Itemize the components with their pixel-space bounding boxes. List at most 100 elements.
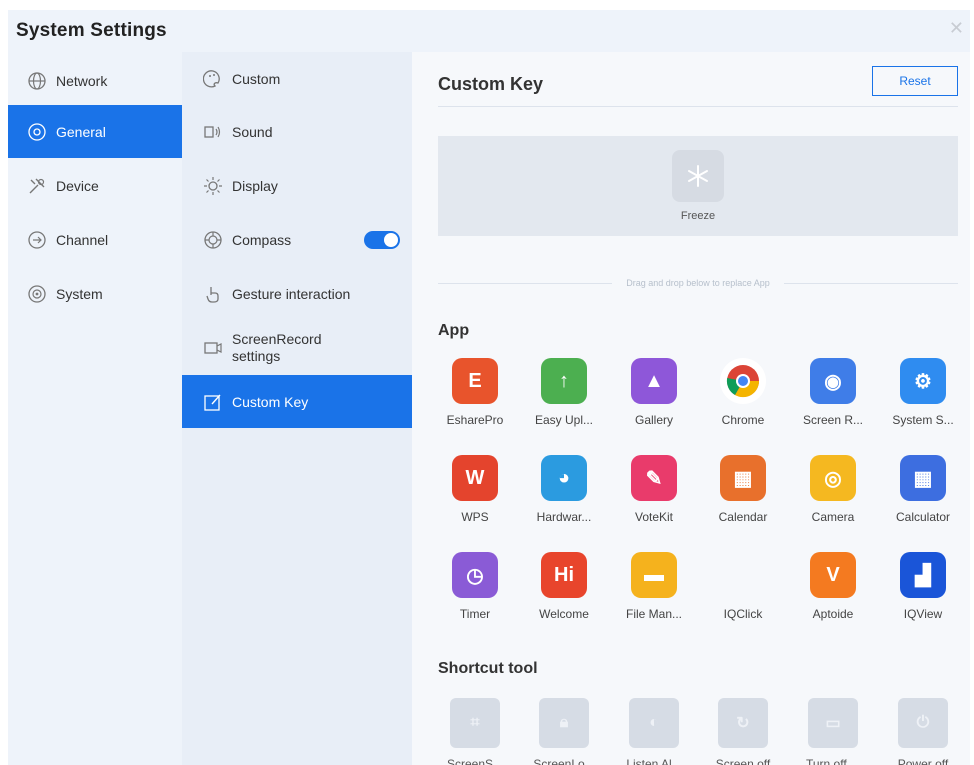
shortcut-tool-label: ScreenLo... xyxy=(533,757,595,765)
app-item[interactable]: ▬ File Man... xyxy=(609,552,699,621)
sidebar-item-channel[interactable]: Channel xyxy=(8,213,182,266)
crop-icon: ⌗ xyxy=(450,698,500,748)
timer-icon: ◷ xyxy=(452,552,498,598)
custom-key-slot[interactable]: Freeze xyxy=(438,136,958,236)
shortcut-tool-item[interactable]: ⏻ Power off xyxy=(878,698,968,765)
app-label: Easy Upl... xyxy=(534,413,594,427)
subnav-item-custom[interactable]: Custom xyxy=(182,52,412,105)
app-item[interactable]: ◎ Camera xyxy=(788,455,878,524)
app-item[interactable]: W WPS xyxy=(430,455,520,524)
wps-icon: W xyxy=(452,455,498,501)
custom-key-panel: Custom Key Reset Freeze Drag and drop be… xyxy=(412,52,970,765)
shortcut-tool-item[interactable]: ◐ Listen Al... xyxy=(609,698,699,765)
reset-button[interactable]: Reset xyxy=(872,66,958,96)
shortcut-tool-item[interactable]: ↻ Screen off xyxy=(698,698,788,765)
drag-hint: Drag and drop below to replace App xyxy=(438,276,959,290)
sidebar-item-label: Channel xyxy=(56,231,109,248)
shortcut-tool-item[interactable]: 🔒︎ ScreenLo... xyxy=(519,698,609,765)
app-item[interactable]: ▟ IQView xyxy=(878,552,968,621)
shortcut-tool-label: Power off xyxy=(897,757,949,765)
subnav-item-screenrecord[interactable]: ScreenRecord settings xyxy=(182,321,412,374)
app-section-title: App xyxy=(438,322,470,339)
app-item[interactable]: ↑ Easy Upl... xyxy=(519,358,609,427)
app-label: EsharePro xyxy=(446,413,504,427)
app-item[interactable]: E EsharePro xyxy=(430,358,520,427)
app-label: File Man... xyxy=(625,607,682,621)
gallery-icon: ▲ xyxy=(631,358,677,404)
welcome-icon: Hi xyxy=(541,552,587,598)
calendar-icon: ▦ xyxy=(720,455,766,501)
sidebar-item-general[interactable]: General xyxy=(8,105,182,158)
app-item[interactable]: ▲ Gallery xyxy=(609,358,699,427)
subnav: Custom Sound Display Compass Gesture int… xyxy=(182,52,412,765)
subnav-item-label: ScreenRecord settings xyxy=(232,330,322,364)
app-item[interactable]: ▦ Calculator xyxy=(878,455,968,524)
snowflake-icon xyxy=(672,150,724,202)
hint-line-left xyxy=(438,282,613,284)
subnav-item-gesture[interactable]: Gesture interaction xyxy=(182,267,412,320)
iqclick-icon xyxy=(720,552,766,598)
close-icon[interactable]: ✕ xyxy=(949,18,964,39)
compass-toggle[interactable] xyxy=(364,231,400,249)
subnav-item-label: Display xyxy=(232,177,278,194)
app-item[interactable]: ⚙ System S... xyxy=(878,358,968,427)
sidebar-item-label: General xyxy=(56,123,106,140)
app-label: VoteKit xyxy=(634,510,674,524)
turn-off-icon: ▭ xyxy=(808,698,858,748)
channel-icon xyxy=(26,229,48,251)
hand-icon xyxy=(202,283,224,305)
ear-icon: ◐ xyxy=(629,698,679,748)
app-item[interactable]: ◉ Screen R... xyxy=(788,358,878,427)
app-item[interactable]: ◷ Timer xyxy=(430,552,520,621)
page-title: Custom Key xyxy=(438,74,544,94)
app-item[interactable]: Chrome xyxy=(698,358,788,427)
app-label: Hardwar... xyxy=(536,510,592,524)
app-item[interactable]: Hi Welcome xyxy=(519,552,609,621)
sidebar-item-label: Network xyxy=(56,72,108,89)
slot-label: Freeze xyxy=(680,210,716,222)
subnav-item-compass[interactable]: Compass xyxy=(182,213,412,266)
record-icon xyxy=(202,337,224,359)
shortcut-tool-item[interactable]: ⌗ ScreenS... xyxy=(430,698,520,765)
sidebar-item-device[interactable]: Device xyxy=(8,159,182,212)
toggle-knob xyxy=(384,233,398,247)
hint-line-right xyxy=(783,282,959,284)
subnav-item-label: Sound xyxy=(232,123,273,140)
app-item[interactable]: V Aptoide xyxy=(788,552,878,621)
app-label: Calendar xyxy=(718,510,768,524)
subnav-item-label: Compass xyxy=(232,231,292,248)
sidebar-item-label: System xyxy=(56,285,103,302)
aptoide-icon: V xyxy=(810,552,856,598)
shortcut-tool-label: Screen off xyxy=(715,757,771,765)
app-item[interactable]: IQClick xyxy=(698,552,788,621)
power-icon: ⏻ xyxy=(898,698,948,748)
app-item[interactable]: ▦ Calendar xyxy=(698,455,788,524)
app-item[interactable]: ✎ VoteKit xyxy=(609,455,699,524)
sidebar-item-label: Device xyxy=(56,177,99,194)
system-icon xyxy=(26,283,48,305)
screen-record-icon: ◉ xyxy=(810,358,856,404)
app-label: Gallery xyxy=(634,413,673,427)
sidebar-item-network[interactable]: Network xyxy=(8,54,182,107)
palette-icon xyxy=(202,68,224,90)
sidebar-item-system[interactable]: System xyxy=(8,267,182,320)
subnav-item-display[interactable]: Display xyxy=(182,159,412,212)
app-label: WPS xyxy=(461,510,489,524)
app-item[interactable]: ◕ Hardwar... xyxy=(519,455,609,524)
iqview-icon: ▟ xyxy=(900,552,946,598)
app-label: Camera xyxy=(811,510,855,524)
hardware-icon: ◕ xyxy=(541,455,587,501)
subnav-item-custom-key[interactable]: Custom Key xyxy=(182,375,412,428)
sun-icon xyxy=(202,175,224,197)
subnav-item-label: Gesture interaction xyxy=(232,285,351,302)
drag-hint-text: Drag and drop below to replace App xyxy=(626,278,770,288)
camera-icon: ◎ xyxy=(810,455,856,501)
settings-window: System Settings ✕ Network General Device xyxy=(8,10,970,765)
app-label: Welcome xyxy=(539,607,589,621)
tools-icon xyxy=(26,175,48,197)
shortcut-tool-item[interactable]: ▭ Turn off ... xyxy=(788,698,878,765)
shortcut-grid: ⌗ ScreenS... 🔒︎ ScreenLo... ◐ Listen Al... ↻ Sc… xyxy=(430,698,970,765)
screen-off-icon: ↻ xyxy=(718,698,768,748)
subnav-item-label: Custom xyxy=(232,70,281,87)
subnav-item-sound[interactable]: Sound xyxy=(182,105,412,158)
